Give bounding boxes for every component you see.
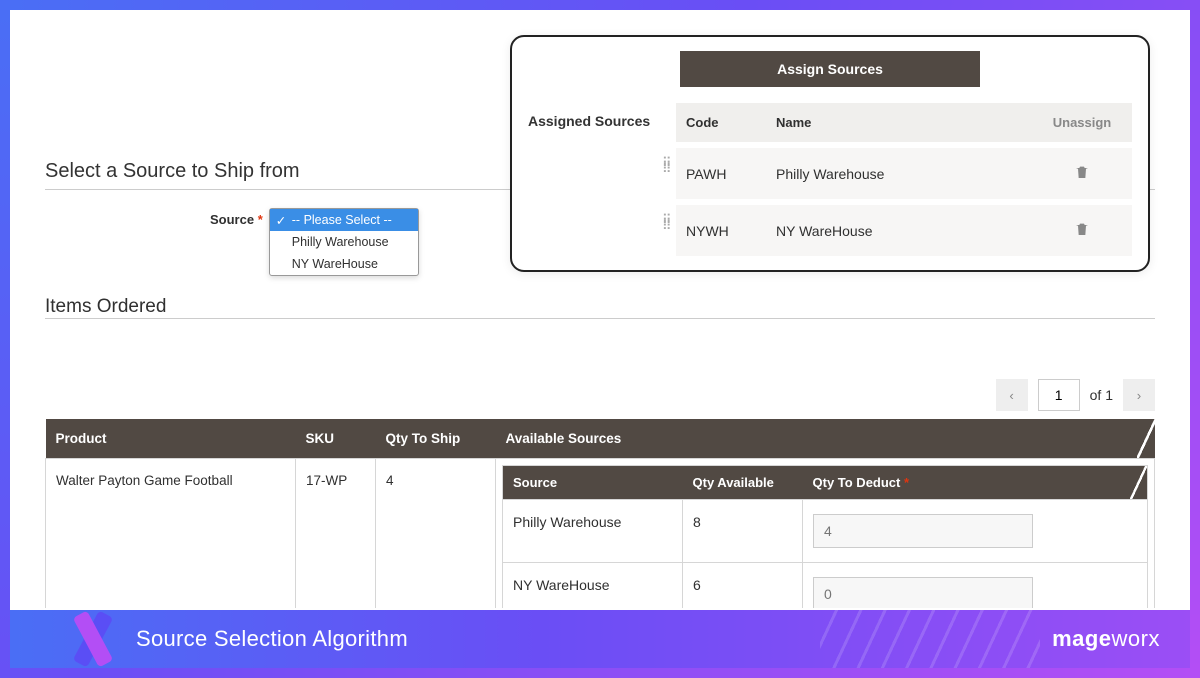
source-dropdown[interactable]: -- Please Select -- Philly Warehouse NY …: [269, 208, 419, 276]
col-qty-ship: Qty To Ship: [376, 419, 496, 459]
pagination: ‹ of 1 ›: [45, 379, 1155, 411]
source-row: NY WareHouse 6: [503, 563, 1148, 609]
assigned-source-row: ⠿⠿ NYWH NY WareHouse: [676, 205, 1132, 256]
source-code: PAWH: [686, 166, 776, 182]
trash-icon[interactable]: [1074, 164, 1090, 183]
cell-sku: 17-WP: [296, 459, 376, 609]
cell-qty: 4: [376, 459, 496, 609]
divider: [45, 318, 1155, 319]
prev-page-button[interactable]: ‹: [996, 379, 1028, 411]
cell-qty-available: 6: [683, 563, 803, 609]
panel-title: Assign Sources: [680, 51, 980, 87]
sources-subtable: Source Qty Available Qty To Deduct * Phi…: [502, 465, 1148, 608]
col-product: Product: [46, 419, 296, 459]
qty-deduct-input[interactable]: [813, 514, 1033, 548]
trash-icon[interactable]: [1074, 221, 1090, 240]
cell-product: Walter Payton Game Football: [46, 459, 296, 609]
col-code: Code: [686, 115, 776, 130]
source-name: NY WareHouse: [776, 223, 1042, 239]
dropdown-option[interactable]: Philly Warehouse: [270, 231, 418, 253]
footer-banner: Source Selection Algorithm mageworx: [10, 610, 1190, 668]
subcol-qty-deduct: Qty To Deduct *: [803, 466, 1148, 500]
col-available-sources: Available Sources: [496, 419, 1155, 459]
source-row: Philly Warehouse 8: [503, 500, 1148, 563]
col-name: Name: [776, 115, 1042, 130]
dropdown-option-placeholder[interactable]: -- Please Select --: [270, 209, 418, 231]
banner-title: Source Selection Algorithm: [136, 626, 408, 652]
drag-handle-icon[interactable]: ⠿⠿: [662, 160, 670, 172]
drag-handle-icon[interactable]: ⠿⠿: [662, 217, 670, 229]
items-table: Product SKU Qty To Ship Available Source…: [45, 419, 1155, 608]
cell-qty-available: 8: [683, 500, 803, 563]
brand-logo: mageworx: [1052, 626, 1160, 652]
assigned-sources-label: Assigned Sources: [528, 103, 658, 256]
col-unassign: Unassign: [1042, 115, 1122, 130]
table-row: Walter Payton Game Football 17-WP 4 Sour…: [46, 459, 1155, 609]
assign-sources-panel: Assign Sources Assigned Sources Code Nam…: [510, 35, 1150, 272]
col-sku: SKU: [296, 419, 376, 459]
page-input[interactable]: [1038, 379, 1080, 411]
next-page-button[interactable]: ›: [1123, 379, 1155, 411]
x-logo-icon: [70, 616, 116, 662]
page-of-label: of 1: [1090, 387, 1113, 403]
source-code: NYWH: [686, 223, 776, 239]
dropdown-option[interactable]: NY WareHouse: [270, 253, 418, 275]
source-name: Philly Warehouse: [776, 166, 1042, 182]
subcol-source: Source: [503, 466, 683, 500]
cell-source-name: Philly Warehouse: [503, 500, 683, 563]
qty-deduct-input[interactable]: [813, 577, 1033, 608]
items-ordered-heading: Items Ordered: [45, 296, 1155, 318]
subcol-qty-avail: Qty Available: [683, 466, 803, 500]
assigned-source-row: ⠿⠿ PAWH Philly Warehouse: [676, 148, 1132, 199]
cell-source-name: NY WareHouse: [503, 563, 683, 609]
source-field-label: Source *: [210, 208, 263, 227]
